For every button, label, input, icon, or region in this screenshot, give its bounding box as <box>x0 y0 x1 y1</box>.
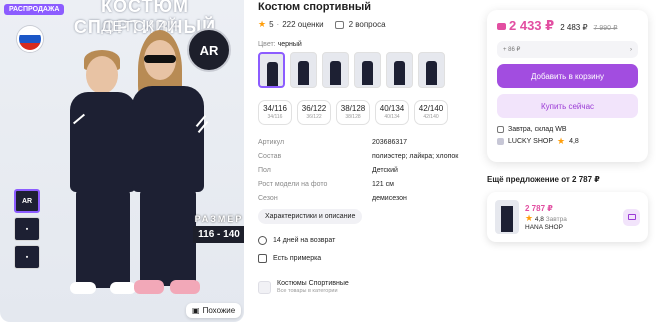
spec-row: Артикул 203686317 <box>258 138 408 146</box>
rating-row: ★ 5 · 222 оценки 2 вопроса <box>258 19 386 29</box>
gallery-thumbnail[interactable]: ▪ <box>14 245 40 269</box>
girl-sneaker <box>134 280 164 294</box>
spec-row: Рост модели на фото 121 см <box>258 180 394 188</box>
gallery-thumbnails: AR ▪ ▪ <box>14 189 40 269</box>
rating-value: 5 <box>269 20 274 29</box>
color-label: Цвет: черный <box>258 41 302 48</box>
buy-now-button[interactable]: Купить сейчас <box>497 94 638 118</box>
star-icon: ★ <box>525 212 534 223</box>
girl-jacket <box>132 86 204 192</box>
color-swatches <box>258 52 482 88</box>
seller-link[interactable]: LUCKY SHOP ★ 4,8 <box>497 136 638 147</box>
product-info: Костюм спортивный ★ 5 · 222 оценки 2 воп… <box>258 0 482 294</box>
questions-link[interactable]: 2 вопроса <box>349 20 386 29</box>
fitting-info: Есть примерка <box>258 250 482 266</box>
girl-pants <box>140 190 196 286</box>
category-icon <box>258 280 271 294</box>
brand-logo: AR <box>187 28 231 72</box>
sunglasses <box>144 55 176 63</box>
offer-price: 2 787 ₽ <box>525 203 553 213</box>
size-range-label: РАЗМЕР 116 - 140 <box>193 214 244 243</box>
size-option[interactable]: 36/122 36/122 <box>297 100 331 125</box>
star-icon: ★ <box>258 19 267 29</box>
color-swatch[interactable] <box>354 52 381 88</box>
color-value: черный <box>277 41 302 48</box>
size-selector: 34/116 34/116 36/122 36/122 38/128 38/128 4… <box>258 100 482 125</box>
regular-price: 2 483 ₽ <box>560 23 588 32</box>
gallery-thumbnail[interactable]: ▪ <box>14 217 40 241</box>
product-title: Костюм спортивный <box>258 1 372 13</box>
offer-meta: ★ 4,8 Завтра <box>525 212 567 223</box>
product-main-image[interactable]: КОСТЮМ СПОРТИВНЫЙ ДЕТСКИЙ AR РАЗМЕР 116 … <box>0 0 244 322</box>
boy-pants <box>76 190 130 288</box>
old-price: 7 990 ₽ <box>593 25 618 32</box>
color-swatch[interactable] <box>386 52 413 88</box>
shop-icon <box>497 138 504 145</box>
size-option[interactable]: 42/140 42/140 <box>414 100 448 125</box>
boy-sneaker <box>110 282 136 294</box>
buy-box: 2 433 ₽ 2 483 ₽ 7 990 ₽ + 86 ₽ › Добавит… <box>487 10 648 162</box>
similar-button[interactable]: ▣ Похожие <box>186 303 242 318</box>
color-swatch[interactable] <box>418 52 445 88</box>
hanger-icon <box>258 253 267 263</box>
color-swatch[interactable] <box>322 52 349 88</box>
offer-image <box>495 200 519 234</box>
category-link[interactable]: Костюмы Спортивные Все товары в категори… <box>258 280 482 294</box>
sale-badge: РАСПРОДАЖА <box>4 4 65 15</box>
chevron-right-icon: › <box>630 46 632 53</box>
price-row: 2 433 ₽ 2 483 ₽ 7 990 ₽ <box>497 18 638 34</box>
boy-sneaker <box>70 282 96 294</box>
size-option[interactable]: 34/116 34/116 <box>258 100 292 125</box>
size-option[interactable]: 38/128 38/128 <box>336 100 370 125</box>
spec-row: Пол Детский <box>258 166 398 174</box>
bonus-row[interactable]: + 86 ₽ › <box>497 41 638 58</box>
boy-head <box>86 56 118 94</box>
cart-icon <box>627 214 636 220</box>
offer-cart-button[interactable] <box>623 208 640 226</box>
specs-table: Артикул 203686317 Состав полиэстер; лайкра… <box>258 135 482 205</box>
question-icon <box>334 20 344 29</box>
girl-sneaker <box>170 280 200 294</box>
russia-flag-icon <box>17 26 43 52</box>
gallery-thumbnail[interactable]: AR <box>14 189 40 213</box>
spec-row: Состав полиэстер; лайкра; хлопок <box>258 152 459 160</box>
reviews-link[interactable]: 222 оценки <box>282 20 323 29</box>
article-number[interactable]: 203686317 <box>372 139 407 146</box>
boy-jacket <box>70 92 136 192</box>
color-swatch[interactable] <box>258 52 285 88</box>
delivery-icon <box>497 126 504 133</box>
return-icon <box>258 235 267 245</box>
wallet-price: 2 433 ₽ <box>497 18 554 34</box>
delivery-info: Завтра, склад WB <box>497 126 638 133</box>
offer-seller: HANA SHOP <box>525 223 563 231</box>
spec-row: Сезон демисезон <box>258 194 407 202</box>
color-swatch[interactable] <box>290 52 317 88</box>
add-to-cart-button[interactable]: Добавить в корзину <box>497 64 638 88</box>
details-button[interactable]: Характеристики и описание <box>258 209 363 224</box>
image-search-icon: ▣ <box>192 306 200 315</box>
return-policy: 14 дней на возврат <box>258 232 482 248</box>
star-icon: ★ <box>557 136 566 146</box>
wallet-icon <box>497 23 506 30</box>
size-option[interactable]: 40/134 40/134 <box>375 100 409 125</box>
best-offer-card[interactable]: 2 787 ₽ ★ 4,8 Завтра HANA SHOP <box>487 192 648 242</box>
best-offer-title: Ещё предложение от 2 787 ₽ <box>487 175 600 184</box>
